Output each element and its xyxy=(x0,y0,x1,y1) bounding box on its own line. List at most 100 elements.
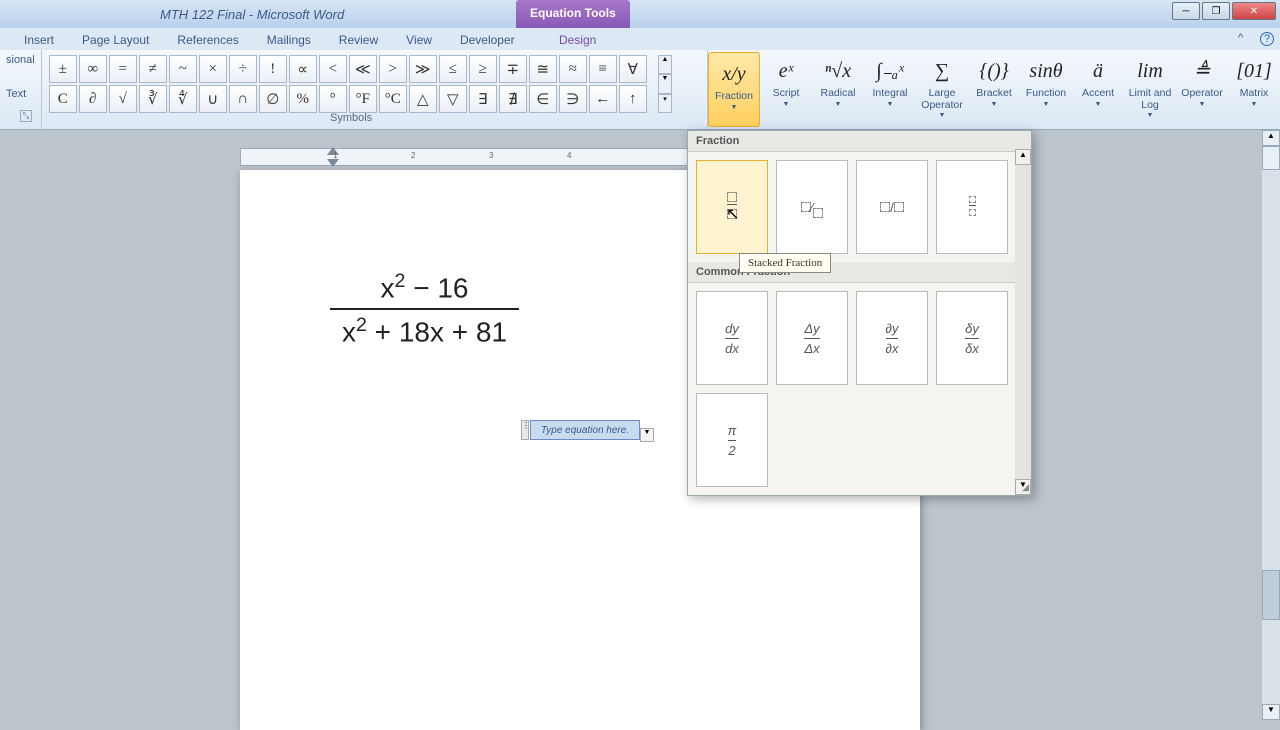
dropdown-arrow-icon[interactable]: ▼ xyxy=(783,101,790,109)
common-fraction-item[interactable]: δyδx xyxy=(936,291,1008,385)
dropdown-arrow-icon[interactable]: ▼ xyxy=(887,101,894,109)
structure-limit-and-log[interactable]: limLimit and Log▼ xyxy=(1124,50,1176,129)
common-fraction-item[interactable]: ∂y∂x xyxy=(856,291,928,385)
symbol-button[interactable]: ∄ xyxy=(499,85,527,113)
tab-insert[interactable]: Insert xyxy=(10,30,68,50)
symbol-button[interactable]: ∂ xyxy=(79,85,107,113)
tab-view[interactable]: View xyxy=(392,30,446,50)
symbol-button[interactable]: % xyxy=(289,85,317,113)
symbol-button[interactable]: ∪ xyxy=(199,85,227,113)
structure-matrix[interactable]: [01]Matrix▼ xyxy=(1228,50,1280,129)
symbol-button[interactable]: ∓ xyxy=(499,55,527,83)
gallery-scroll-up-icon[interactable]: ▲ xyxy=(1015,149,1031,165)
symbols-scroll[interactable]: ▲ ▼ ▾ xyxy=(658,55,672,113)
dropdown-arrow-icon[interactable]: ▼ xyxy=(939,112,946,120)
equation-options-dropdown[interactable]: ▼ xyxy=(640,428,654,442)
symbol-button[interactable]: ← xyxy=(589,85,617,113)
structure-fraction[interactable]: x/yFraction▼ xyxy=(708,52,760,127)
symbol-button[interactable]: ≫ xyxy=(409,55,437,83)
linear-fraction-item[interactable]: / xyxy=(856,160,928,254)
symbol-button[interactable]: ± xyxy=(49,55,77,83)
dropdown-arrow-icon[interactable]: ▼ xyxy=(1147,112,1154,120)
symbol-button[interactable]: °C xyxy=(379,85,407,113)
symbols-scroll-down-icon[interactable]: ▼ xyxy=(658,74,672,93)
dropdown-arrow-icon[interactable]: ▼ xyxy=(731,104,738,112)
symbol-button[interactable]: ≥ xyxy=(469,55,497,83)
tab-mailings[interactable]: Mailings xyxy=(253,30,325,50)
symbol-button[interactable]: ∜ xyxy=(169,85,197,113)
symbol-button[interactable]: ∞ xyxy=(79,55,107,83)
symbol-button[interactable]: > xyxy=(379,55,407,83)
gallery-resize-grip[interactable]: ◢ xyxy=(1022,482,1029,493)
equation-move-handle[interactable]: ⋮ xyxy=(521,420,529,440)
common-fraction-item[interactable]: dydx xyxy=(696,291,768,385)
hanging-indent-marker[interactable] xyxy=(327,159,339,167)
symbol-button[interactable]: ∩ xyxy=(229,85,257,113)
symbol-button[interactable]: ≡ xyxy=(589,55,617,83)
common-fraction-item[interactable]: π2 xyxy=(696,393,768,487)
group-expand-icon[interactable]: ⤡ xyxy=(20,110,32,122)
gallery-scrollbar[interactable]: ▲ ▼ xyxy=(1015,149,1031,495)
tab-references[interactable]: References xyxy=(163,30,252,50)
symbol-button[interactable]: ∃ xyxy=(469,85,497,113)
symbol-button[interactable]: √ xyxy=(109,85,137,113)
symbol-button[interactable]: ° xyxy=(319,85,347,113)
tab-page-layout[interactable]: Page Layout xyxy=(68,30,163,50)
symbol-button[interactable]: ▽ xyxy=(439,85,467,113)
structure-large-operator[interactable]: ∑Large Operator▼ xyxy=(916,50,968,129)
symbols-scroll-up-icon[interactable]: ▲ xyxy=(658,55,672,74)
tab-developer[interactable]: Developer xyxy=(446,30,529,50)
dropdown-arrow-icon[interactable]: ▼ xyxy=(991,101,998,109)
symbol-button[interactable]: ∀ xyxy=(619,55,647,83)
dropdown-arrow-icon[interactable]: ▼ xyxy=(1095,101,1102,109)
structure-function[interactable]: sinθFunction▼ xyxy=(1020,50,1072,129)
symbol-button[interactable]: = xyxy=(109,55,137,83)
symbol-button[interactable]: △ xyxy=(409,85,437,113)
ruler-toggle-icon[interactable] xyxy=(1262,146,1280,170)
symbols-more-icon[interactable]: ▾ xyxy=(658,94,672,113)
symbol-button[interactable]: ≠ xyxy=(139,55,167,83)
small-fraction-item[interactable] xyxy=(936,160,1008,254)
symbol-button[interactable]: ! xyxy=(259,55,287,83)
symbol-button[interactable]: ∈ xyxy=(529,85,557,113)
equation-display[interactable]: x2 − 16 x2 + 18x + 81 xyxy=(330,270,519,349)
structure-integral[interactable]: ∫₋ₐˣIntegral▼ xyxy=(864,50,916,129)
skewed-fraction-item[interactable]: ∕ xyxy=(776,160,848,254)
dropdown-arrow-icon[interactable]: ▼ xyxy=(835,101,842,109)
equation-tools-tab[interactable]: Equation Tools xyxy=(516,0,630,28)
vertical-scrollbar[interactable]: ▲ ▼ xyxy=(1262,130,1280,720)
equation-placeholder[interactable]: Type equation here. xyxy=(530,420,640,440)
symbol-button[interactable]: ÷ xyxy=(229,55,257,83)
dropdown-arrow-icon[interactable]: ▼ xyxy=(1043,101,1050,109)
symbol-button[interactable]: ∛ xyxy=(139,85,167,113)
dropdown-arrow-icon[interactable]: ▼ xyxy=(1199,101,1206,109)
structure-accent[interactable]: äAccent▼ xyxy=(1072,50,1124,129)
minimize-button[interactable]: ─ xyxy=(1172,2,1200,20)
structure-bracket[interactable]: {()}Bracket▼ xyxy=(968,50,1020,129)
restore-button[interactable]: ❐ xyxy=(1202,2,1230,20)
tab-review[interactable]: Review xyxy=(325,30,392,50)
symbol-button[interactable]: × xyxy=(199,55,227,83)
symbol-button[interactable]: °F xyxy=(349,85,377,113)
dropdown-arrow-icon[interactable]: ▼ xyxy=(1251,101,1258,109)
symbol-button[interactable]: ∝ xyxy=(289,55,317,83)
symbol-button[interactable]: ≈ xyxy=(559,55,587,83)
scroll-thumb[interactable] xyxy=(1262,570,1280,620)
symbol-button[interactable]: ≪ xyxy=(349,55,377,83)
symbol-button[interactable]: ↑ xyxy=(619,85,647,113)
symbol-button[interactable]: ~ xyxy=(169,55,197,83)
tab-design[interactable]: Design xyxy=(545,30,610,50)
structure-radical[interactable]: ⁿ√xRadical▼ xyxy=(812,50,864,129)
close-button[interactable]: ✕ xyxy=(1232,2,1276,20)
ribbon-minimize-icon[interactable]: ^ xyxy=(1238,32,1254,48)
symbol-button[interactable]: ≅ xyxy=(529,55,557,83)
symbol-button[interactable]: < xyxy=(319,55,347,83)
help-icon[interactable]: ? xyxy=(1260,32,1274,46)
symbol-button[interactable]: C xyxy=(49,85,77,113)
common-fraction-item[interactable]: ΔyΔx xyxy=(776,291,848,385)
symbol-button[interactable]: ∅ xyxy=(259,85,287,113)
symbol-button[interactable]: ≤ xyxy=(439,55,467,83)
structure-operator[interactable]: ≜Operator▼ xyxy=(1176,50,1228,129)
structure-script[interactable]: eˣScript▼ xyxy=(760,50,812,129)
scroll-up-button[interactable]: ▲ xyxy=(1262,130,1280,146)
